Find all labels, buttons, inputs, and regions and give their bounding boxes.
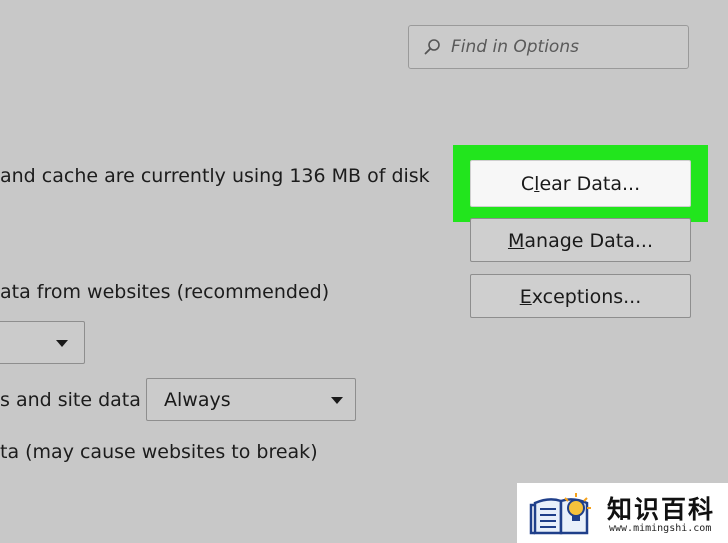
cookie-type-dropdown[interactable] bbox=[0, 321, 85, 364]
watermark-title: 知识百科 bbox=[607, 495, 716, 524]
keep-until-label: s and site data bbox=[0, 389, 141, 411]
watermark-url: www.mimingshi.com bbox=[609, 523, 712, 534]
clear-data-label-end: ear Data... bbox=[539, 173, 641, 195]
block-cookies-text: ta (may cause websites to break) bbox=[0, 441, 318, 463]
manage-data-button[interactable]: Manage Data... bbox=[470, 218, 691, 262]
book-lightbulb-logo bbox=[529, 493, 591, 535]
disk-usage-text: and cache are currently using 136 MB of … bbox=[0, 165, 430, 187]
exceptions-label: xceptions... bbox=[531, 286, 642, 308]
keep-until-dropdown[interactable]: Always bbox=[146, 378, 356, 421]
keep-until-value: Always bbox=[164, 389, 231, 411]
exceptions-accesskey: E bbox=[519, 286, 532, 308]
clear-data-button[interactable]: Clear Data... bbox=[470, 160, 691, 207]
clear-data-label-start: C bbox=[520, 173, 535, 195]
chevron-down-icon bbox=[56, 340, 68, 347]
options-page: and cache are currently using 136 MB of … bbox=[0, 0, 728, 543]
search-input[interactable] bbox=[451, 34, 676, 60]
accept-cookies-text: ata from websites (recommended) bbox=[0, 281, 330, 303]
watermark: 知识百科 www.mimingshi.com bbox=[517, 483, 728, 543]
exceptions-button[interactable]: Exceptions... bbox=[470, 274, 691, 318]
search-field[interactable] bbox=[408, 25, 689, 69]
chevron-down-icon bbox=[331, 397, 343, 404]
manage-data-label: anage Data... bbox=[524, 230, 653, 252]
manage-data-accesskey: M bbox=[507, 230, 525, 252]
search-icon bbox=[424, 39, 440, 55]
